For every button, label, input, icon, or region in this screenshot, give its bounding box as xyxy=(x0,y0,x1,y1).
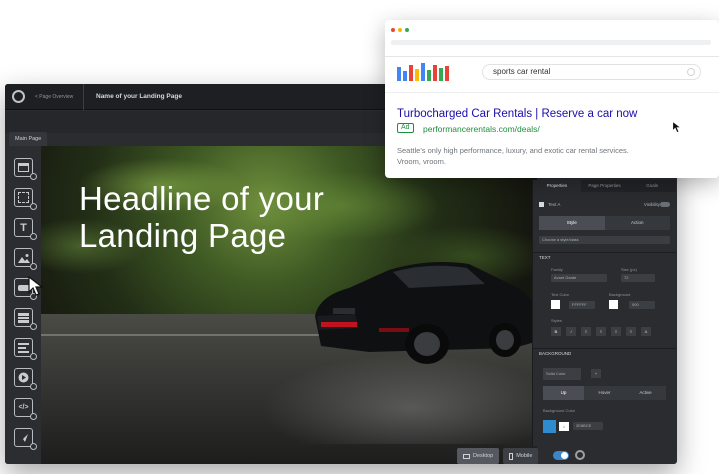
layer-row: Text A Visibility xyxy=(539,202,670,208)
font-size-label: Size (px) xyxy=(621,267,637,272)
tab-active[interactable]: Active xyxy=(625,386,666,400)
layer-name: Text A xyxy=(548,202,561,207)
code-icon[interactable]: </> xyxy=(14,398,37,420)
ad-badge: Ad xyxy=(397,123,414,133)
background-label: Background xyxy=(609,292,631,297)
text-section-header[interactable]: TEXT xyxy=(533,252,676,262)
topbar-divider xyxy=(83,84,84,110)
tab-hover[interactable]: Hover xyxy=(584,386,625,400)
align-right-button[interactable]: ≡ xyxy=(611,327,621,336)
video-icon[interactable] xyxy=(14,368,37,390)
widget-toolbar: T </> xyxy=(5,146,41,464)
uppercase-button[interactable]: A xyxy=(641,327,651,336)
list-icon[interactable] xyxy=(14,338,37,360)
font-family-select[interactable]: Avant Garde xyxy=(551,274,607,282)
align-left-button[interactable]: ≡ xyxy=(581,327,591,336)
visibility-toggle[interactable] xyxy=(660,202,670,207)
search-engine-logo[interactable] xyxy=(397,61,449,81)
code-tool-glyph: </> xyxy=(18,404,29,411)
form-icon[interactable] xyxy=(14,308,37,330)
tab-page-properties[interactable]: Page Properties xyxy=(581,180,629,192)
ad-description: Seattle's only high performance, luxury,… xyxy=(397,145,697,167)
style-class-select[interactable]: Choose a style/class xyxy=(539,236,670,244)
desktop-label: Desktop xyxy=(473,453,494,459)
panel-tabs: Properties Page Properties Goals xyxy=(533,180,676,192)
eyedropper-button[interactable]: • xyxy=(559,422,569,431)
ad-display-url[interactable]: performancerentals.com/deals/ xyxy=(423,124,540,134)
background-section-header[interactable]: BACKGROUND xyxy=(533,348,676,358)
tab-main-page[interactable]: Main Page xyxy=(9,132,48,146)
tab-up[interactable]: Up xyxy=(543,386,584,400)
minimize-dot-icon[interactable] xyxy=(398,28,402,32)
desktop-icon xyxy=(463,453,470,459)
maximize-dot-icon[interactable] xyxy=(405,28,409,32)
align-center-button[interactable]: ≡ xyxy=(596,327,606,336)
mobile-icon xyxy=(509,452,514,460)
screenshot-stage: < Page Overview Name of your Landing Pag… xyxy=(0,0,719,474)
mouse-cursor-icon xyxy=(28,276,44,296)
image-icon[interactable] xyxy=(14,248,37,270)
mobile-toggle-switch[interactable] xyxy=(553,451,569,460)
water-spray xyxy=(261,354,537,444)
font-family-label: Family xyxy=(551,267,563,272)
results-divider xyxy=(385,92,719,93)
page-overview-link[interactable]: < Page Overview xyxy=(35,94,75,100)
search-query: sports car rental xyxy=(493,67,551,76)
ad-description-line1: Seattle's only high performance, luxury,… xyxy=(397,146,629,155)
address-bar[interactable] xyxy=(391,40,711,45)
desktop-view-button[interactable]: Desktop xyxy=(457,448,500,464)
background-state-tabs: Up Hover Active xyxy=(543,386,666,400)
settings-gear-icon[interactable] xyxy=(575,450,585,460)
search-input[interactable]: sports car rental xyxy=(482,64,701,80)
text-color-label: Text Color xyxy=(551,292,570,297)
bg-color-swatch[interactable] xyxy=(543,420,556,433)
styles-label: Styles xyxy=(551,318,562,323)
bg-color-label: Background Color xyxy=(543,408,576,413)
box-icon[interactable] xyxy=(14,188,37,210)
text-tool-glyph: T xyxy=(20,221,27,234)
app-logo-icon[interactable] xyxy=(12,90,25,103)
text-icon[interactable]: T xyxy=(14,218,37,240)
ad-title-link[interactable]: Turbocharged Car Rentals | Reserve a car… xyxy=(397,108,637,120)
ad-description-line2: Vroom, vroom. xyxy=(397,157,446,166)
tab-properties[interactable]: Properties xyxy=(533,180,581,192)
fill-type-select[interactable]: Solid Color xyxy=(543,368,581,380)
social-icon[interactable] xyxy=(14,428,37,450)
bg-color-input[interactable]: 2E8BCE xyxy=(573,422,603,430)
text-color-input[interactable]: FFFFFF xyxy=(569,301,595,309)
window-controls xyxy=(391,28,409,32)
font-size-input[interactable]: 72 xyxy=(621,274,655,282)
properties-panel: Properties Page Properties Goals Text A … xyxy=(532,180,676,446)
search-clear-icon[interactable] xyxy=(687,68,695,76)
page-title: Name of your Landing Page xyxy=(96,93,182,100)
italic-button[interactable]: I xyxy=(566,327,576,336)
text-color-swatch[interactable] xyxy=(551,300,560,309)
mouse-cursor-icon xyxy=(672,121,682,133)
visibility-label: Visibility xyxy=(643,202,660,207)
mobile-view-button[interactable]: Mobile xyxy=(503,448,539,464)
mobile-label: Mobile xyxy=(516,453,533,459)
tab-style[interactable]: Style xyxy=(539,216,605,230)
bold-button[interactable]: B xyxy=(551,327,561,336)
section-icon[interactable] xyxy=(14,158,37,180)
tab-goals[interactable]: Goals xyxy=(628,180,676,192)
tab-action[interactable]: Action xyxy=(604,216,670,230)
device-switcher: Desktop Mobile xyxy=(457,448,539,464)
page-canvas[interactable]: Headline of your Landing Page xyxy=(41,146,537,464)
search-results-window: sports car rental Turbocharged Car Renta… xyxy=(385,20,719,178)
layer-checkbox[interactable] xyxy=(539,202,544,208)
background-color-swatch[interactable] xyxy=(609,300,618,309)
hero-headline[interactable]: Headline of your Landing Page xyxy=(79,180,339,254)
align-justify-button[interactable]: ≡ xyxy=(626,327,636,336)
close-dot-icon[interactable] xyxy=(391,28,395,32)
sports-car-image xyxy=(315,262,537,364)
add-fill-button[interactable]: + xyxy=(591,369,601,378)
browser-divider xyxy=(385,56,719,57)
style-action-tabs: Style Action xyxy=(539,216,670,230)
background-color-input[interactable]: 000 xyxy=(629,301,655,309)
